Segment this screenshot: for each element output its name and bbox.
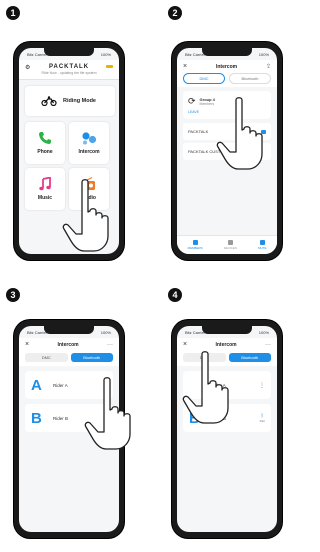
tapping-hand-illustration (182, 351, 229, 424)
group-sync-icon: ⟳ (188, 96, 196, 106)
nav-label: MUTE (257, 246, 267, 250)
battery-icon (106, 65, 113, 68)
share-icon[interactable]: ⇪ (266, 63, 271, 70)
nav-members[interactable]: MEMBERS (188, 240, 203, 250)
rider-letter: A (31, 376, 42, 394)
kebab-icon[interactable]: ⋮ (259, 382, 265, 389)
phone-notch (202, 47, 252, 56)
tagline: Ride Now - updating the file system (41, 71, 97, 75)
phone-notch (202, 325, 252, 334)
step-badge: 2 (168, 6, 182, 20)
close-icon[interactable]: × (183, 63, 187, 70)
step-badge: 4 (168, 288, 182, 302)
pair-label: Pair (259, 419, 265, 423)
gear-icon[interactable]: ⚙ (25, 64, 30, 71)
intercom-icon (82, 132, 97, 145)
phone-notch (44, 47, 94, 56)
devices-icon (227, 240, 233, 245)
seg-dmc[interactable]: DMC (25, 353, 68, 362)
nav-label: MEMBERS (187, 246, 203, 250)
screen-title: Intercom (57, 341, 79, 348)
top-bar: × Intercom ··· (19, 338, 119, 351)
tile-label: Phone (37, 149, 53, 155)
device-name: PACKTALK (188, 129, 209, 134)
close-icon[interactable]: × (183, 341, 187, 348)
phone-notch (44, 325, 94, 334)
mute-icon (259, 240, 265, 245)
brand-title: PACKTALK (48, 64, 90, 70)
battery: 100% (258, 51, 269, 57)
tapping-hand-illustration (216, 97, 263, 170)
screen-title: Intercom (215, 341, 237, 348)
tab-bluetooth[interactable]: Bluetooth (229, 73, 271, 84)
motorcycle-icon (41, 96, 57, 106)
screen-title: Intercom (215, 63, 238, 70)
step-badge: 1 (6, 6, 20, 20)
music-tile[interactable]: Music (25, 168, 65, 210)
seg-bluetooth[interactable]: Bluetooth (70, 353, 113, 362)
phone-icon (39, 132, 51, 144)
segmented-control: DMC Bluetooth (19, 351, 119, 366)
riding-mode-tile[interactable]: Riding Mode (25, 86, 115, 116)
tab-dmc[interactable]: DMC (183, 73, 225, 84)
nav-devices[interactable]: DEVICES (224, 240, 237, 250)
more-icon[interactable]: ··· (107, 342, 113, 348)
tapping-hand-illustration (84, 377, 131, 450)
rider-letter: B (31, 409, 42, 427)
nav-label: DEVICES (223, 246, 237, 250)
more-icon[interactable]: ··· (265, 342, 271, 348)
close-icon[interactable]: × (25, 341, 29, 348)
group-sub: Members (199, 102, 215, 106)
step-badge: 3 (6, 288, 20, 302)
app-header: ⚙ PACKTALK Ride Now - updating the file … (19, 60, 119, 80)
pair-button[interactable]: ᛒ Pair (260, 413, 265, 423)
tile-label: Riding Mode (63, 98, 96, 104)
music-icon (39, 177, 51, 191)
members-icon (192, 240, 198, 245)
tab-bar: DMC Bluetooth (177, 73, 277, 87)
battery: 100% (100, 51, 111, 57)
battery: 100% (258, 329, 269, 335)
nav-mute[interactable]: MUTE (257, 240, 267, 250)
tile-label: Intercom (78, 149, 100, 155)
phone-tile[interactable]: Phone (25, 122, 65, 164)
top-bar: × Intercom ⇪ (177, 60, 277, 73)
battery: 100% (100, 329, 111, 335)
bottom-nav: MEMBERS DEVICES MUTE (177, 235, 277, 254)
tapping-hand-illustration (62, 179, 109, 252)
intercom-tile[interactable]: Intercom (69, 122, 109, 164)
tile-label: Music (37, 195, 53, 201)
